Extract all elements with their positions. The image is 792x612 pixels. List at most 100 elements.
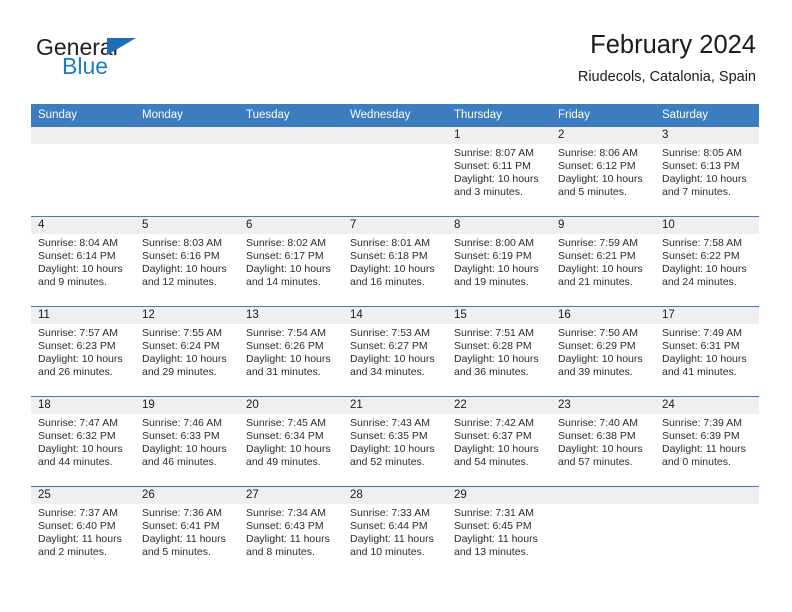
daylight-text-line1: Daylight: 10 hours [142, 443, 227, 456]
day-number[interactable]: 14 [343, 307, 447, 324]
week-detail-band: Sunrise: 7:37 AM Sunset: 6:40 PM Dayligh… [31, 504, 759, 576]
sunset-text: Sunset: 6:27 PM [350, 340, 428, 353]
day-cell[interactable]: Sunrise: 7:43 AM Sunset: 6:35 PM Dayligh… [343, 414, 447, 486]
day-cell[interactable] [343, 144, 447, 216]
day-cell[interactable]: Sunrise: 7:39 AM Sunset: 6:39 PM Dayligh… [655, 414, 759, 486]
day-cell[interactable]: Sunrise: 8:00 AM Sunset: 6:19 PM Dayligh… [447, 234, 551, 306]
day-number[interactable]: 20 [239, 397, 343, 414]
day-number[interactable] [31, 127, 135, 144]
day-number[interactable] [551, 487, 655, 504]
day-number[interactable]: 28 [343, 487, 447, 504]
sunrise-text: Sunrise: 7:33 AM [350, 507, 430, 519]
day-number[interactable] [239, 127, 343, 144]
day-cell[interactable]: Sunrise: 7:37 AM Sunset: 6:40 PM Dayligh… [31, 504, 135, 576]
day-number[interactable]: 10 [655, 217, 759, 234]
day-cell[interactable]: Sunrise: 8:07 AM Sunset: 6:11 PM Dayligh… [447, 144, 551, 216]
sunset-text: Sunset: 6:37 PM [454, 430, 532, 443]
sunset-text: Sunset: 6:34 PM [246, 430, 324, 443]
calendar-week-row: 25 26 27 28 29 Sunrise: 7:37 AM Sunset: … [31, 486, 759, 576]
day-cell[interactable]: Sunrise: 8:02 AM Sunset: 6:17 PM Dayligh… [239, 234, 343, 306]
day-number[interactable]: 11 [31, 307, 135, 324]
day-cell[interactable]: Sunrise: 7:34 AM Sunset: 6:43 PM Dayligh… [239, 504, 343, 576]
day-number[interactable]: 25 [31, 487, 135, 504]
day-cell[interactable]: Sunrise: 7:53 AM Sunset: 6:27 PM Dayligh… [343, 324, 447, 396]
sunrise-text: Sunrise: 8:02 AM [246, 237, 326, 249]
day-number[interactable]: 18 [31, 397, 135, 414]
day-cell[interactable]: Sunrise: 7:54 AM Sunset: 6:26 PM Dayligh… [239, 324, 343, 396]
calendar-week-row: 18 19 20 21 22 23 24 Sunrise: 7:47 AM Su… [31, 396, 759, 486]
day-cell[interactable]: Sunrise: 8:03 AM Sunset: 6:16 PM Dayligh… [135, 234, 239, 306]
daylight-text-line1: Daylight: 11 hours [38, 533, 122, 546]
calendar-week-row: 4 5 6 7 8 9 10 Sunrise: 8:04 AM Sunset: … [31, 216, 759, 306]
day-cell[interactable]: Sunrise: 7:33 AM Sunset: 6:44 PM Dayligh… [343, 504, 447, 576]
day-number[interactable]: 2 [551, 127, 655, 144]
day-cell[interactable] [239, 144, 343, 216]
daylight-text-line1: Daylight: 10 hours [350, 263, 435, 276]
day-number[interactable]: 16 [551, 307, 655, 324]
sunrise-text: Sunrise: 7:58 AM [662, 237, 742, 249]
sunrise-text: Sunrise: 7:47 AM [38, 417, 118, 429]
day-number[interactable]: 19 [135, 397, 239, 414]
daylight-text-line1: Daylight: 10 hours [662, 353, 747, 366]
daylight-text-line2: and 7 minutes. [662, 186, 731, 199]
day-cell[interactable]: Sunrise: 8:04 AM Sunset: 6:14 PM Dayligh… [31, 234, 135, 306]
sunrise-text: Sunrise: 8:01 AM [350, 237, 430, 249]
day-number[interactable]: 26 [135, 487, 239, 504]
day-cell[interactable]: Sunrise: 8:06 AM Sunset: 6:12 PM Dayligh… [551, 144, 655, 216]
day-cell[interactable]: Sunrise: 7:36 AM Sunset: 6:41 PM Dayligh… [135, 504, 239, 576]
sunset-text: Sunset: 6:22 PM [662, 250, 740, 263]
day-number[interactable]: 6 [239, 217, 343, 234]
general-blue-logo: General Blue [36, 36, 216, 84]
day-number[interactable] [343, 127, 447, 144]
daylight-text-line2: and 8 minutes. [246, 546, 315, 559]
day-cell[interactable]: Sunrise: 7:50 AM Sunset: 6:29 PM Dayligh… [551, 324, 655, 396]
day-cell[interactable]: Sunrise: 7:45 AM Sunset: 6:34 PM Dayligh… [239, 414, 343, 486]
day-number[interactable]: 15 [447, 307, 551, 324]
day-number[interactable]: 9 [551, 217, 655, 234]
day-cell[interactable]: Sunrise: 7:40 AM Sunset: 6:38 PM Dayligh… [551, 414, 655, 486]
sunset-text: Sunset: 6:13 PM [662, 160, 740, 173]
day-cell[interactable]: Sunrise: 8:01 AM Sunset: 6:18 PM Dayligh… [343, 234, 447, 306]
day-cell[interactable]: Sunrise: 7:46 AM Sunset: 6:33 PM Dayligh… [135, 414, 239, 486]
day-cell[interactable]: Sunrise: 7:55 AM Sunset: 6:24 PM Dayligh… [135, 324, 239, 396]
day-cell[interactable]: Sunrise: 7:49 AM Sunset: 6:31 PM Dayligh… [655, 324, 759, 396]
day-number[interactable]: 7 [343, 217, 447, 234]
day-cell[interactable]: Sunrise: 7:47 AM Sunset: 6:32 PM Dayligh… [31, 414, 135, 486]
day-number[interactable]: 3 [655, 127, 759, 144]
weekday-header-thursday: Thursday [454, 109, 502, 121]
sunrise-text: Sunrise: 7:54 AM [246, 327, 326, 339]
day-number[interactable]: 27 [239, 487, 343, 504]
day-cell[interactable]: Sunrise: 8:05 AM Sunset: 6:13 PM Dayligh… [655, 144, 759, 216]
day-number[interactable]: 29 [447, 487, 551, 504]
calendar-page: General Blue February 2024 Riudecols, Ca… [0, 0, 792, 612]
day-number[interactable]: 12 [135, 307, 239, 324]
weekday-header-friday: Friday [558, 109, 590, 121]
day-number[interactable]: 21 [343, 397, 447, 414]
day-cell[interactable] [551, 504, 655, 576]
day-cell[interactable]: Sunrise: 7:42 AM Sunset: 6:37 PM Dayligh… [447, 414, 551, 486]
day-cell[interactable]: Sunrise: 7:58 AM Sunset: 6:22 PM Dayligh… [655, 234, 759, 306]
day-number[interactable]: 22 [447, 397, 551, 414]
day-cell[interactable] [31, 144, 135, 216]
day-cell[interactable]: Sunrise: 7:59 AM Sunset: 6:21 PM Dayligh… [551, 234, 655, 306]
weekday-header-row: Sunday Monday Tuesday Wednesday Thursday… [31, 104, 759, 126]
day-cell[interactable] [135, 144, 239, 216]
day-cell[interactable]: Sunrise: 7:31 AM Sunset: 6:45 PM Dayligh… [447, 504, 551, 576]
day-number[interactable]: 23 [551, 397, 655, 414]
day-number[interactable] [135, 127, 239, 144]
day-number[interactable]: 13 [239, 307, 343, 324]
day-cell[interactable]: Sunrise: 7:57 AM Sunset: 6:23 PM Dayligh… [31, 324, 135, 396]
day-cell[interactable] [655, 504, 759, 576]
daylight-text-line2: and 12 minutes. [142, 276, 217, 289]
daylight-text-line2: and 16 minutes. [350, 276, 425, 289]
day-number[interactable]: 5 [135, 217, 239, 234]
day-number[interactable]: 1 [447, 127, 551, 144]
day-cell[interactable]: Sunrise: 7:51 AM Sunset: 6:28 PM Dayligh… [447, 324, 551, 396]
day-number[interactable] [655, 487, 759, 504]
day-number[interactable]: 4 [31, 217, 135, 234]
sunset-text: Sunset: 6:44 PM [350, 520, 428, 533]
day-number[interactable]: 24 [655, 397, 759, 414]
day-number[interactable]: 8 [447, 217, 551, 234]
sunrise-text: Sunrise: 7:57 AM [38, 327, 118, 339]
day-number[interactable]: 17 [655, 307, 759, 324]
